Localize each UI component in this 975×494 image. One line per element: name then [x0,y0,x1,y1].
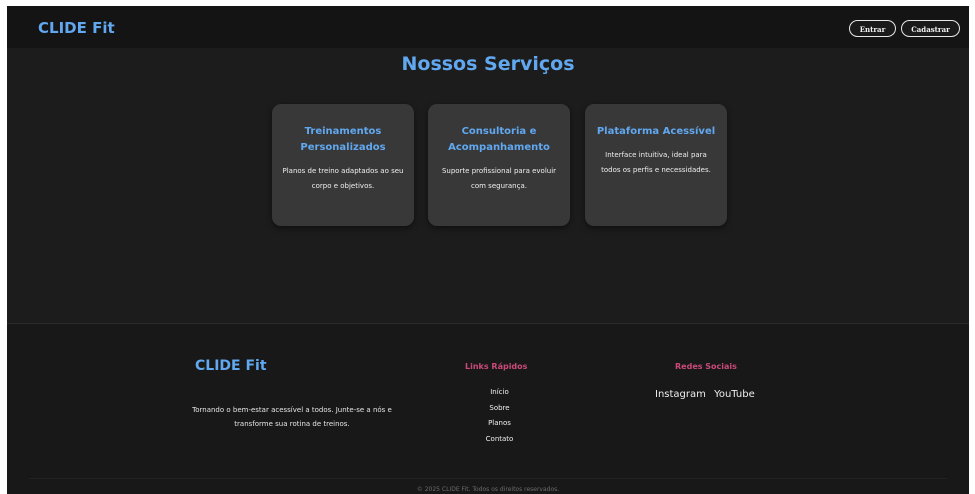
service-card-consulting: Consultoria e Acompanhamento Suporte pro… [428,104,570,226]
copyright-divider [29,478,947,479]
service-card-text: Interface intuitiva, ideal para todos os… [601,151,711,174]
service-card-text: Suporte profissional para evoluir com se… [441,167,557,190]
footer-link-contato[interactable]: Contato [447,432,552,448]
login-button[interactable]: Entrar [849,20,896,37]
service-card-title: Consultoria e Acompanhamento [448,126,550,153]
service-card-text: Planos de treino adaptados ao seu corpo … [282,167,404,190]
service-card-title: Treinamentos Personalizados [300,126,386,153]
brand-logo[interactable]: CLIDE Fit [38,19,115,37]
social-links: Instagram YouTube [655,389,760,400]
quick-links-heading: Links Rápidos [465,362,528,371]
footer: CLIDE Fit Tornando o bem-estar acessível… [7,324,969,494]
service-card-title: Plataforma Acessível [596,126,716,137]
service-card-training: Treinamentos Personalizados Planos de tr… [272,104,414,226]
youtube-link[interactable]: YouTube [714,389,755,400]
top-navbar: CLIDE Fit Entrar Cadastrar [7,6,969,48]
page: CLIDE Fit Entrar Cadastrar Nossos Serviç… [7,6,969,494]
footer-tagline: Tornando o bem-estar acessível a todos. … [192,406,392,428]
services-title: Nossos Serviços [401,53,575,75]
copyright-text: © 2025 CLIDE Fit. Todos os direitos rese… [416,486,560,493]
social-heading: Redes Sociais [675,362,737,371]
instagram-link[interactable]: Instagram [655,389,706,400]
footer-link-sobre[interactable]: Sobre [447,401,552,417]
footer-link-planos[interactable]: Planos [447,416,552,432]
quick-links-list: Início Sobre Planos Contato [447,385,552,447]
footer-link-inicio[interactable]: Início [447,385,552,401]
signup-button[interactable]: Cadastrar [901,20,960,37]
service-card-platform: Plataforma Acessível Interface intuitiva… [585,104,727,226]
footer-brand: CLIDE Fit [195,358,267,374]
